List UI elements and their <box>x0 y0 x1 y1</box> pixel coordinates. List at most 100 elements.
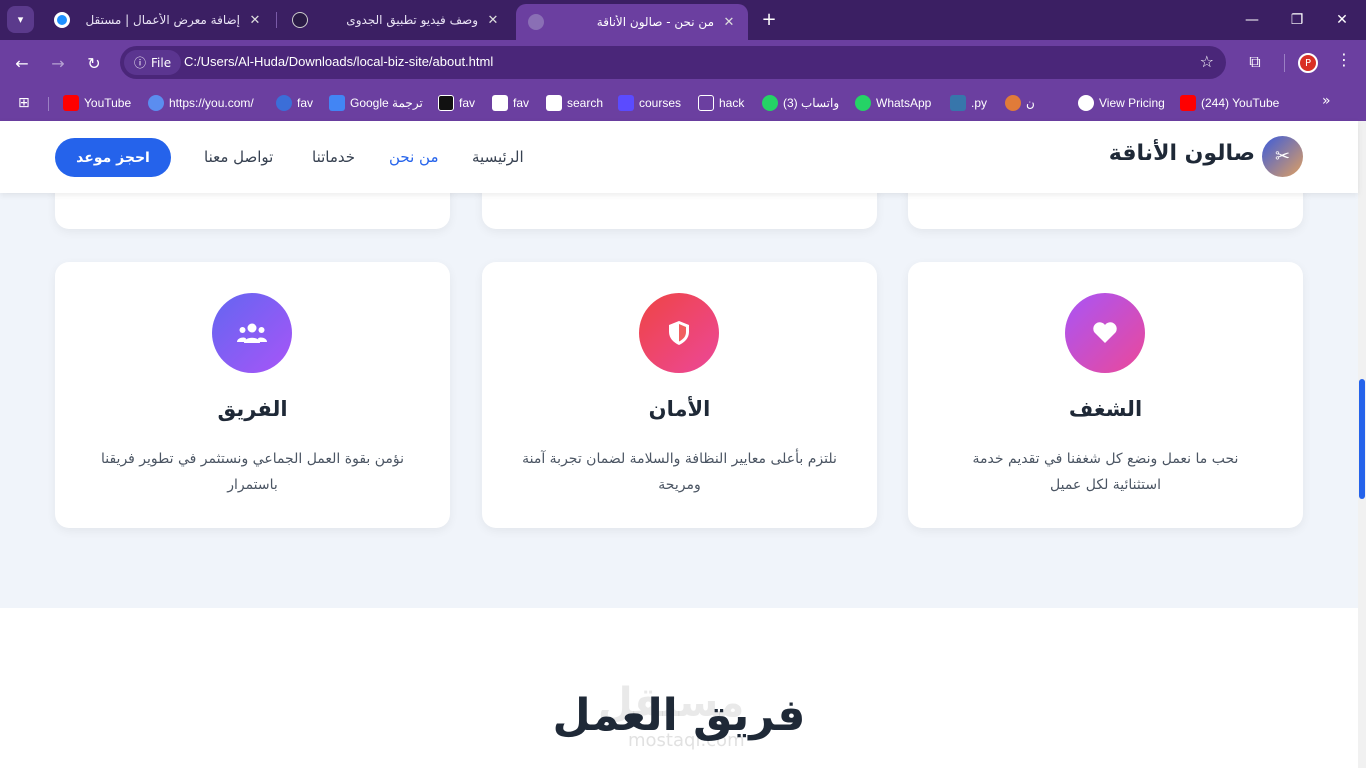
globe-icon <box>528 14 544 30</box>
value-text: نؤمن بقوة العمل الجماعي ونستثمر في تطوير… <box>100 451 405 493</box>
bookmark-item[interactable]: ن <box>1005 93 1035 113</box>
value-text: نلتزم بأعلى معايير النظافة والسلامة لضما… <box>522 451 837 493</box>
info-icon: ⓘ <box>134 56 147 70</box>
close-icon[interactable]: ✕ <box>722 15 736 30</box>
bookmark-label: YouTube <box>84 96 132 110</box>
window-close-icon[interactable]: ✕ <box>1328 6 1356 34</box>
new-tab-button[interactable]: + <box>758 8 780 30</box>
page-scrollbar[interactable] <box>1358 121 1366 768</box>
apps-grid-icon[interactable]: ⊞ <box>18 95 34 111</box>
restore-icon[interactable]: ❐ <box>1283 6 1311 34</box>
extensions-icon[interactable]: ⧉ <box>1242 49 1268 75</box>
python-icon <box>950 95 966 111</box>
bookmark-star-icon[interactable]: ☆ <box>1200 52 1214 71</box>
bookmark-label: WhatsApp <box>876 96 932 110</box>
shield-icon <box>639 293 719 373</box>
more-menu-icon[interactable]: ⋮ <box>1336 50 1352 69</box>
bookmark-item[interactable]: .py <box>950 93 987 113</box>
fav-icon <box>438 95 454 111</box>
bookmark-item[interactable]: fav <box>438 93 475 113</box>
profile-avatar[interactable]: P <box>1298 53 1318 73</box>
bookmarks-separator <box>48 97 49 111</box>
bookmark-label: (244) YouTube <box>1201 96 1280 110</box>
bookmark-label: https://you.com/ <box>169 96 254 110</box>
udacity-icon <box>618 95 634 111</box>
value-text: نحب ما نعمل ونضع كل شغفنا في تقديم خدمة … <box>972 451 1239 493</box>
youtube-icon <box>1180 95 1196 111</box>
bookmark-item[interactable]: Google ترجمة <box>329 93 423 113</box>
close-icon[interactable]: ✕ <box>248 13 262 28</box>
scissors-logo-icon[interactable]: ✂ <box>1262 136 1303 177</box>
bookmark-label: .py <box>971 96 988 110</box>
address-bar[interactable]: ⓘ File C:/Users/Al-Huda/Downloads/local-… <box>120 46 1226 79</box>
bookmark-label: fav <box>297 96 314 110</box>
team-section: مستقل mostaql.com فريق العمل <box>0 608 1358 768</box>
value-title: الأمان <box>648 397 711 421</box>
url-text[interactable]: C:/Users/Al-Huda/Downloads/local-biz-sit… <box>184 54 493 69</box>
value-card-passion: الشغف نحب ما نعمل ونضع كل شغفنا في تقديم… <box>908 262 1303 528</box>
globe-icon <box>1078 95 1094 111</box>
scrollbar-thumb[interactable] <box>1359 379 1365 499</box>
minimize-icon[interactable]: — <box>1238 6 1266 34</box>
heart-icon <box>1065 293 1145 373</box>
bookmark-label: fav <box>513 96 530 110</box>
team-section-title: فريق العمل <box>552 690 806 741</box>
bookmark-item[interactable]: WhatsApp <box>855 93 931 113</box>
tab-mostaql[interactable]: إضافة معرض الأعمال | مستقل ✕ <box>42 4 274 36</box>
chatgpt-icon <box>292 12 308 28</box>
value-card-safety: الأمان نلتزم بأعلى معايير النظافة والسلا… <box>482 262 877 528</box>
you-com-icon <box>148 95 164 111</box>
fav-icon <box>492 95 508 111</box>
search-site-icon <box>546 95 562 111</box>
bookmark-item[interactable]: hack <box>698 93 744 113</box>
bookmark-label: ن <box>1026 96 1035 110</box>
brand-name[interactable]: صالون الأناقة <box>1090 141 1255 166</box>
bookmark-item[interactable]: YouTube <box>63 93 131 113</box>
tab-separator <box>276 12 277 28</box>
forward-icon[interactable]: → <box>44 49 72 77</box>
tab-title: إضافة معرض الأعمال | مستقل <box>85 13 240 27</box>
url-chip-label: File <box>151 55 172 70</box>
site-header: ✂ صالون الأناقة الرئيسية من نحن خدماتنا … <box>0 121 1358 193</box>
back-icon[interactable]: ← <box>8 49 36 77</box>
bookmarks-bar: ⊞ YouTube https://you.com/ fav Google تر… <box>0 85 1366 121</box>
tab-feasibility[interactable]: وصف فيديو تطبيق الجدوى ✕ <box>280 4 512 36</box>
nav-about[interactable]: من نحن <box>389 148 439 166</box>
bookmark-label: (3) واتساب <box>783 96 840 110</box>
nav-services[interactable]: خدماتنا <box>312 148 355 166</box>
bookmarks-overflow-icon[interactable]: » <box>1322 93 1331 109</box>
youtube-icon <box>63 95 79 111</box>
bookmark-item[interactable]: fav <box>492 93 529 113</box>
bookmark-item[interactable]: View Pricing <box>1078 93 1165 113</box>
bookmark-label: Google ترجمة <box>350 96 423 110</box>
book-appointment-button[interactable]: احجز موعد <box>55 138 171 177</box>
fav-icon <box>276 95 292 111</box>
site-info-chip[interactable]: ⓘ File <box>124 50 182 75</box>
value-title: الفريق <box>217 397 288 421</box>
bookmark-item[interactable]: courses <box>618 93 681 113</box>
bookmark-label: View Pricing <box>1099 96 1165 110</box>
browser-toolbar: ← → ↻ ⓘ File C:/Users/Al-Huda/Downloads/… <box>0 40 1366 85</box>
tab-title: من نحن - صالون الأناقة <box>596 15 714 29</box>
whatsapp-icon <box>762 95 778 111</box>
value-card-team: الفريق نؤمن بقوة العمل الجماعي ونستثمر ف… <box>55 262 450 528</box>
bookmark-label: search <box>567 96 604 110</box>
bookmark-label: hack <box>719 96 745 110</box>
bookmark-item[interactable]: search <box>546 93 603 113</box>
folder-icon <box>698 95 714 111</box>
bookmark-item[interactable]: https://you.com/ <box>148 93 254 113</box>
nav-contact[interactable]: تواصل معنا <box>204 148 273 166</box>
reload-icon[interactable]: ↻ <box>80 49 108 77</box>
tab-title: وصف فيديو تطبيق الجدوى <box>346 13 478 27</box>
bookmark-item[interactable]: (3) واتساب <box>762 93 839 113</box>
bookmark-item[interactable]: fav <box>276 93 313 113</box>
bookmark-item[interactable]: (244) YouTube <box>1180 93 1279 113</box>
tab-about-salon[interactable]: من نحن - صالون الأناقة ✕ <box>516 4 748 40</box>
nav-home[interactable]: الرئيسية <box>472 148 524 166</box>
bookmark-label: courses <box>639 96 682 110</box>
bookmark-label: fav <box>459 96 476 110</box>
tab-search-button[interactable]: ▾ <box>7 6 34 33</box>
mostaql-icon <box>54 12 70 28</box>
whatsapp-icon <box>855 95 871 111</box>
close-icon[interactable]: ✕ <box>486 13 500 28</box>
